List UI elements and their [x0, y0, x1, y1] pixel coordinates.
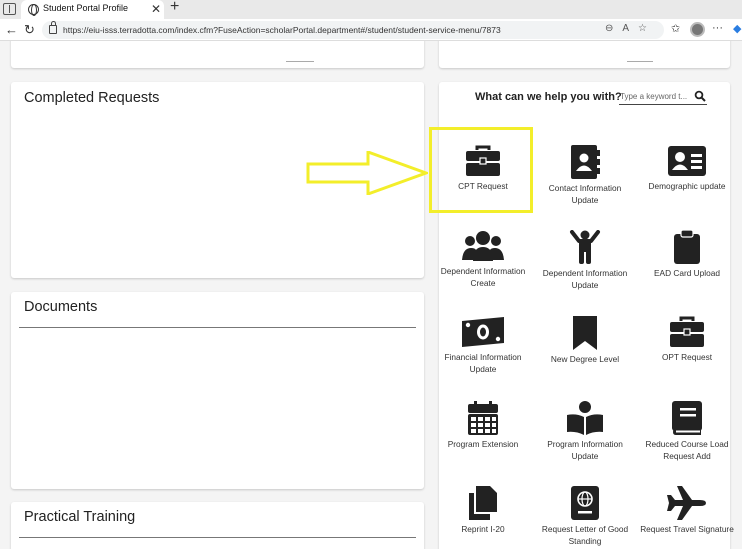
address-bar: ← ↻ https://eiu-isss.terradotta.com/inde… [0, 19, 742, 41]
completed-requests-title: Completed Requests [24, 90, 160, 106]
bookmark-icon [573, 316, 597, 350]
service-ead-card-upload[interactable]: EAD Card Upload [637, 230, 737, 279]
favorites-icon[interactable]: ✩ [671, 22, 680, 35]
service-new-degree-level[interactable]: New Degree Level [535, 316, 635, 365]
service-label: Contact Information Update [548, 183, 622, 205]
address-book-icon [571, 145, 600, 179]
service-reprint-i-20[interactable]: Reprint I-20 [433, 486, 533, 535]
help-heading: What can we help you with? [475, 91, 622, 103]
practical-training-title: Practical Training [24, 509, 136, 525]
keyword-search[interactable] [619, 89, 707, 105]
service-label: Request Letter of Good Standing [541, 524, 629, 546]
service-label: Request Travel Signature [640, 524, 734, 534]
url-field[interactable]: https://eiu-isss.terradotta.com/index.cf… [42, 21, 664, 39]
copy-icon [469, 486, 497, 520]
service-label: Program Extension [447, 439, 519, 449]
service-label: EAD Card Upload [654, 268, 720, 278]
service-dependent-information-update[interactable]: Dependent Information Update [535, 230, 635, 291]
service-dependent-information-create[interactable]: Dependent Information Create [433, 230, 533, 289]
documents-title: Documents [24, 299, 98, 315]
service-opt-request[interactable]: OPT Request [637, 316, 737, 363]
service-contact-information-update[interactable]: Contact Information Update [535, 145, 635, 206]
service-label: Dependent Information Update [542, 268, 628, 290]
more-menu-icon[interactable]: ··· [712, 22, 723, 34]
briefcase-icon [670, 316, 704, 347]
service-program-information-update[interactable]: Program Information Update [535, 401, 635, 462]
book-icon [672, 401, 702, 435]
service-demographic-update[interactable]: Demographic update [637, 145, 737, 192]
divider [19, 537, 416, 538]
card-top-right [439, 41, 730, 68]
service-request-letter-of-good-standing[interactable]: Request Letter of Good Standing [535, 486, 635, 547]
service-label: Demographic update [648, 181, 726, 191]
clipboard-icon [674, 230, 700, 264]
calendar-icon [468, 401, 498, 435]
tab-actions-icon[interactable] [3, 3, 16, 15]
service-program-extension[interactable]: Program Extension [433, 401, 533, 450]
new-tab-icon[interactable]: + [170, 0, 179, 16]
service-label: Dependent Information Create [440, 266, 526, 288]
practical-training-card: Practical Training [11, 502, 424, 549]
id-card-icon [668, 146, 706, 176]
highlight-box [429, 127, 533, 213]
divider [19, 327, 416, 328]
service-label: Program Information Update [547, 439, 623, 461]
globe-icon [28, 4, 39, 16]
tab-title: Student Portal Profile [43, 3, 129, 13]
lock-icon[interactable] [49, 21, 57, 34]
back-icon[interactable]: ← [5, 22, 18, 38]
search-icon[interactable] [694, 90, 706, 102]
arrow-pointer-icon [306, 151, 428, 195]
money-bill-icon [462, 317, 504, 347]
service-label: Reprint I-20 [461, 524, 505, 534]
refresh-icon[interactable]: ↻ [24, 22, 35, 38]
service-label: Reduced Course Load Request Add [645, 439, 729, 461]
passport-icon [571, 486, 599, 520]
browser-tab-bar: Student Portal Profile ✕ + [0, 0, 742, 19]
service-financial-information-update[interactable]: Financial Information Update [433, 316, 533, 375]
copilot-icon[interactable]: ◆ [733, 22, 741, 35]
users-icon [462, 231, 504, 261]
page-content: Completed Requests Documents Practical T… [0, 41, 742, 549]
plane-icon [667, 486, 706, 520]
card-top-left [11, 41, 424, 68]
service-reduced-course-load-request-add[interactable]: Reduced Course Load Request Add [637, 401, 737, 462]
child-icon [570, 230, 600, 264]
service-label: New Degree Level [550, 354, 620, 364]
service-request-travel-signature[interactable]: Request Travel Signature [637, 486, 737, 535]
book-reader-icon [567, 401, 603, 435]
service-label: OPT Request [661, 352, 713, 362]
documents-card: Documents [11, 292, 424, 489]
browser-tab[interactable]: Student Portal Profile ✕ [21, 0, 164, 19]
search-input[interactable] [620, 90, 690, 103]
omnibox-action-icons[interactable]: ⊖A☆ [605, 23, 656, 34]
url-text[interactable]: https://eiu-isss.terradotta.com/index.cf… [63, 25, 501, 35]
profile-avatar[interactable] [690, 22, 705, 37]
service-label: Financial Information Update [444, 352, 522, 374]
tab-close-icon[interactable]: ✕ [151, 1, 161, 17]
